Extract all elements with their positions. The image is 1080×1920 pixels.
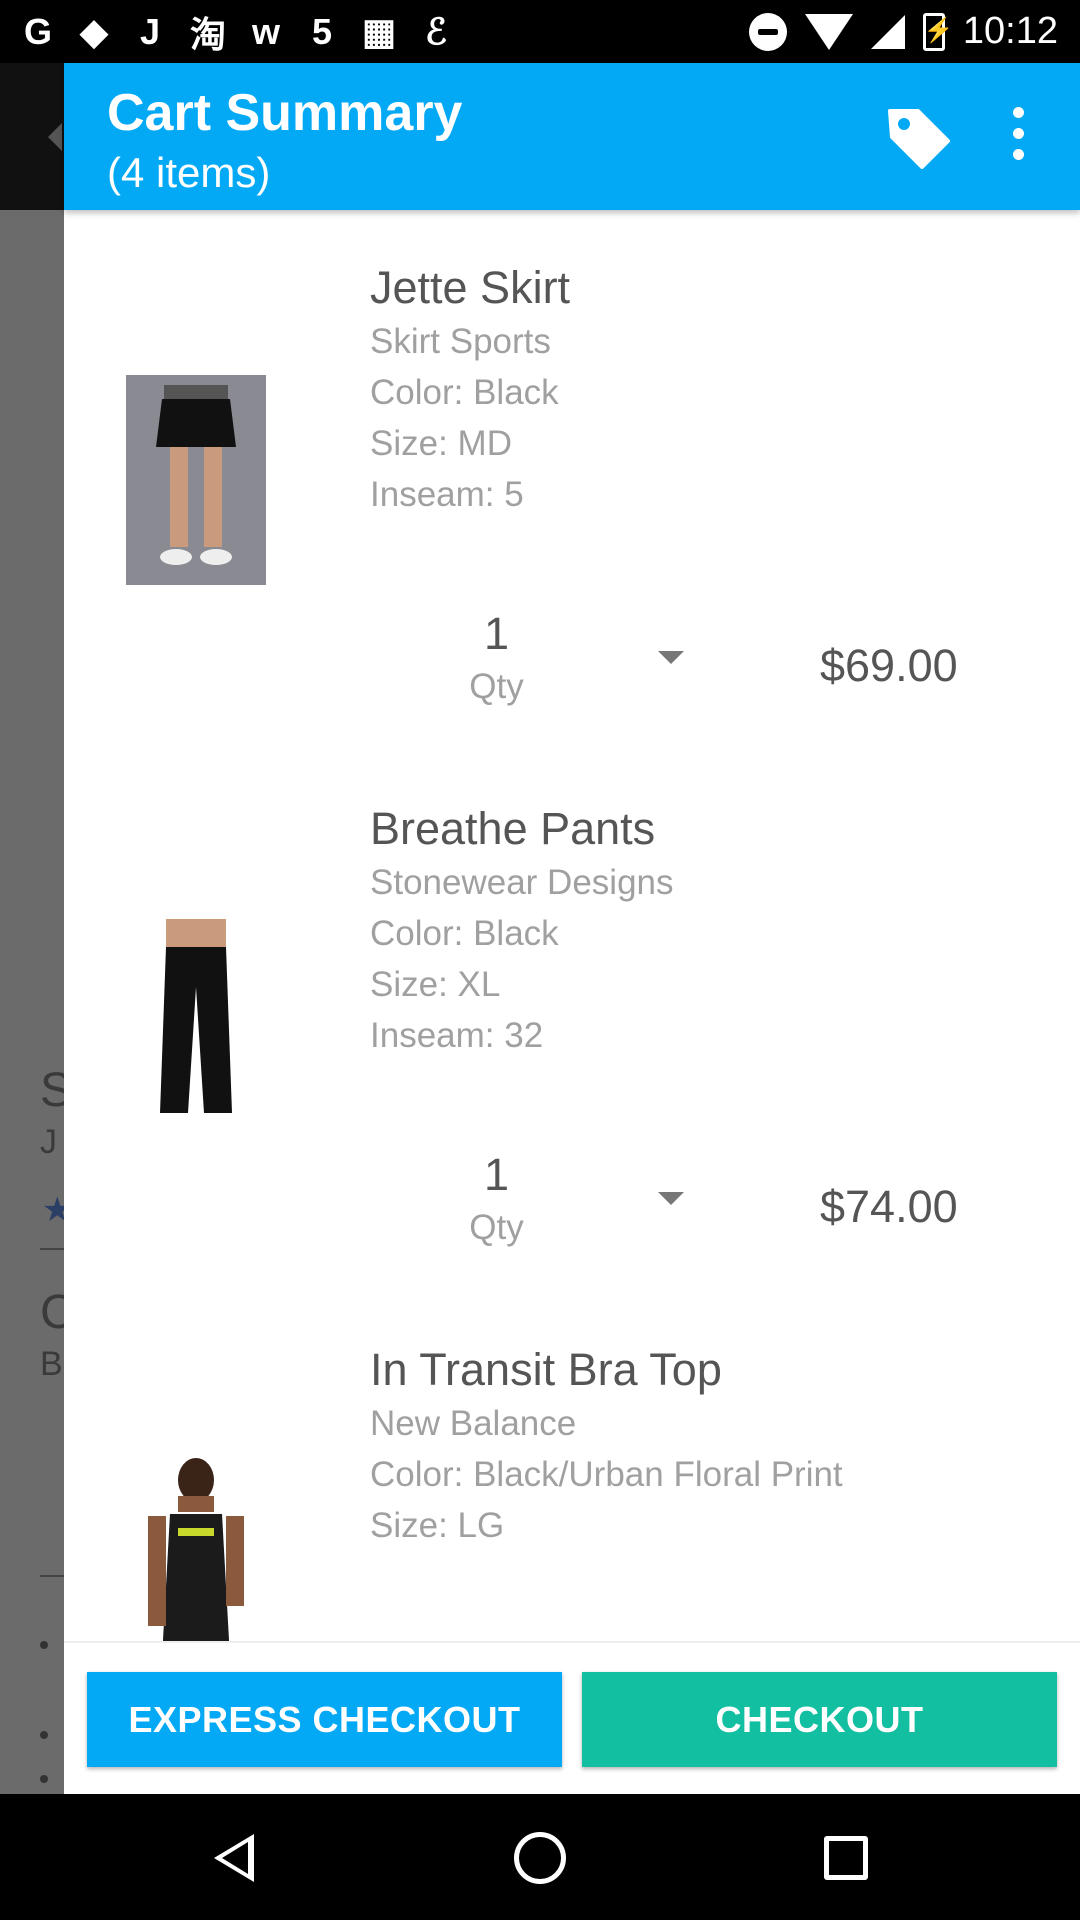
- cart-drawer: Cart Summary (4 items) Jette Skirt Skirt…: [64, 63, 1080, 1796]
- google-icon: G: [23, 10, 52, 52]
- product-brand: Stonewear Designs: [370, 863, 674, 902]
- product-name[interactable]: In Transit Bra Top: [370, 1344, 722, 1396]
- product-size: Size: LG: [370, 1506, 505, 1545]
- grid-app-icon: ▦: [362, 10, 397, 52]
- bullet-icon: [40, 1775, 48, 1783]
- product-inseam: Inseam: 32: [370, 1016, 544, 1055]
- checkout-button[interactable]: CHECKOUT: [582, 1672, 1057, 1767]
- bullet-icon: [40, 1641, 48, 1649]
- app-bar: Cart Summary (4 items): [64, 63, 1080, 210]
- signal-icon: [870, 14, 905, 49]
- product-price: $74.00: [820, 1181, 958, 1232]
- product-name[interactable]: Jette Skirt: [370, 262, 570, 314]
- drive-icon: ◆: [80, 10, 108, 52]
- quantity-dropdown-arrow-icon[interactable]: [658, 1192, 684, 1205]
- back-chevron-icon: [48, 123, 62, 151]
- cart-item[interactable]: Breathe Pants Stonewear Designs Color: B…: [64, 751, 1080, 1292]
- j-app-icon: J: [139, 10, 161, 52]
- page-title: Cart Summary: [107, 84, 463, 142]
- bullet-icon: [40, 1731, 48, 1739]
- quantity-dropdown-arrow-icon[interactable]: [658, 651, 684, 664]
- system-icons: 10:12: [748, 10, 1058, 53]
- system-nav-bar: [0, 1794, 1080, 1920]
- overflow-menu-icon[interactable]: [1006, 107, 1030, 173]
- battery-charging-icon: [922, 12, 954, 51]
- product-color: Color: Black: [370, 914, 559, 953]
- five-app-icon: 5: [312, 10, 333, 52]
- product-size: Size: XL: [370, 965, 501, 1004]
- product-color: Color: Black/Urban Floral Print: [370, 1455, 843, 1494]
- quantity-label: Qty: [469, 1208, 524, 1247]
- nav-recents-icon[interactable]: [824, 1836, 868, 1880]
- quantity-value[interactable]: 1: [454, 1149, 539, 1201]
- checkout-bar: EXPRESS CHECKOUT CHECKOUT: [64, 1641, 1080, 1796]
- status-bar: G ◆ J 淘 w 5 ▦ ℰ 10:12: [0, 0, 1080, 63]
- cart-list[interactable]: Jette Skirt Skirt Sports Color: Black Si…: [64, 210, 1080, 1704]
- w-app-icon: w: [252, 10, 281, 52]
- cart-item[interactable]: Jette Skirt Skirt Sports Color: Black Si…: [64, 210, 1080, 751]
- product-brand: New Balance: [370, 1404, 577, 1443]
- product-image-skirt[interactable]: [126, 375, 266, 585]
- notification-icons: G ◆ J 淘 w 5 ▦ ℰ: [22, 6, 452, 58]
- clock: 10:12: [962, 10, 1058, 52]
- product-brand: Skirt Sports: [370, 322, 551, 361]
- tag-icon[interactable]: [884, 103, 954, 173]
- background-toolbar: [0, 63, 64, 210]
- product-color: Color: Black: [370, 373, 559, 412]
- taobao-icon: 淘: [190, 13, 227, 55]
- product-inseam: Inseam: 5: [370, 475, 524, 514]
- nav-home-icon[interactable]: [514, 1832, 566, 1884]
- wifi-icon: [804, 13, 853, 50]
- do-not-disturb-icon: [748, 12, 787, 51]
- product-image-pants[interactable]: [126, 917, 266, 1122]
- product-size: Size: MD: [370, 424, 512, 463]
- background-text: B: [40, 1345, 63, 1383]
- nav-back-icon[interactable]: [214, 1834, 254, 1882]
- express-checkout-button[interactable]: EXPRESS CHECKOUT: [87, 1672, 562, 1767]
- background-text: J: [40, 1123, 57, 1161]
- product-price: $69.00: [820, 640, 958, 691]
- product-image-bra-top[interactable]: [126, 1458, 266, 1658]
- link-app-icon: ℰ: [425, 10, 447, 52]
- product-name[interactable]: Breathe Pants: [370, 803, 655, 855]
- quantity-label: Qty: [469, 667, 524, 706]
- item-count: (4 items): [107, 149, 271, 196]
- quantity-value[interactable]: 1: [454, 608, 539, 660]
